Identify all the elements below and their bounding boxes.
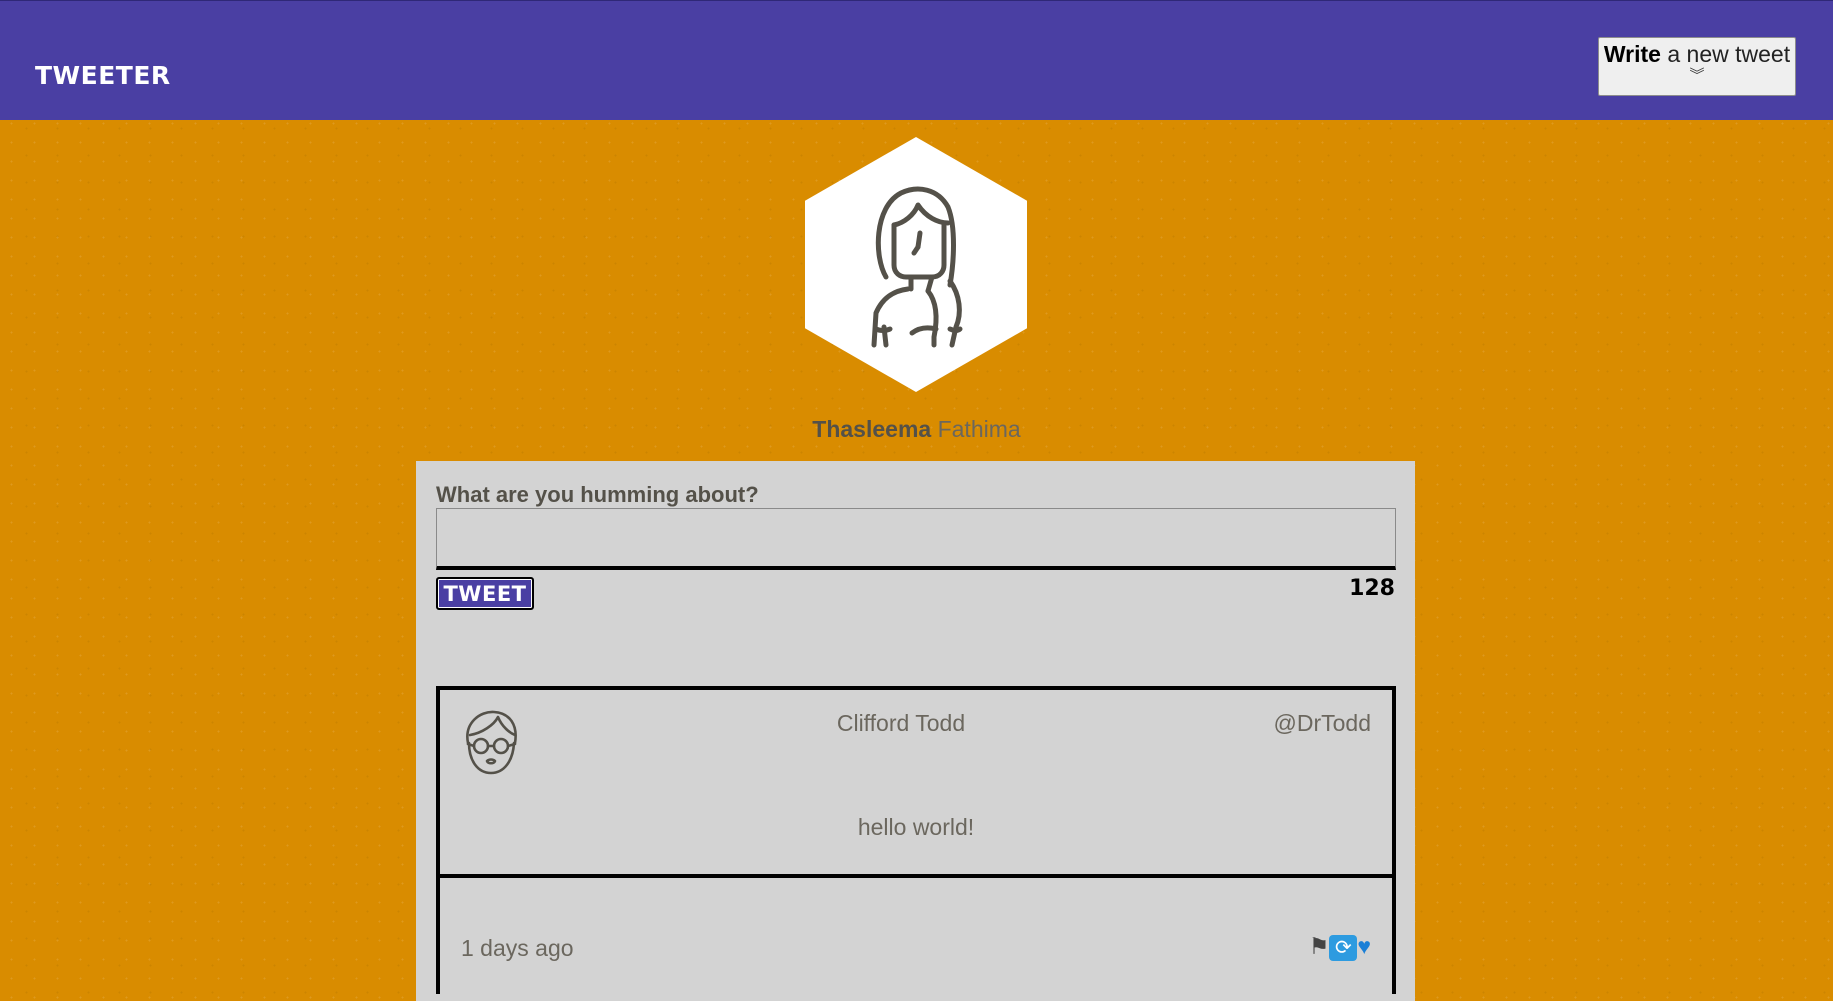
retweet-icon[interactable]: ⟳ xyxy=(1329,934,1358,961)
tweet-textarea[interactable] xyxy=(436,508,1396,570)
write-button-strong: Write xyxy=(1603,41,1661,67)
write-new-tweet-button[interactable]: Write a new tweet ︾ xyxy=(1598,37,1796,96)
tweet-content: hello world! xyxy=(857,814,975,840)
tweet-author-name: Clifford Todd xyxy=(836,710,966,736)
compose-label: What are you humming about? xyxy=(436,482,759,507)
man-glasses-avatar-icon xyxy=(466,710,517,775)
profile-avatar xyxy=(805,137,1027,392)
tweet-actions: ⚑ ⟳ ♥ xyxy=(1285,933,1371,961)
profile-last-name: Fathima xyxy=(937,416,1021,442)
woman-avatar-icon xyxy=(871,186,963,348)
double-chevron-down-icon: ︾ xyxy=(1689,67,1705,84)
char-counter: 128 xyxy=(1349,576,1395,601)
write-button-label: a new tweet xyxy=(1660,41,1791,67)
tweet-timestamp: 1 days ago xyxy=(461,935,574,961)
flag-icon[interactable]: ⚑ xyxy=(1309,933,1330,960)
tweet-submit-button[interactable]: TWEET xyxy=(436,577,534,610)
top-navbar: TWEETER xyxy=(0,0,1833,120)
heart-icon[interactable]: ♥ xyxy=(1357,933,1371,960)
tweet-author-handle: @DrTodd xyxy=(1273,710,1372,736)
profile-name: Thasleema Fathima xyxy=(0,416,1833,443)
tweet-footer xyxy=(436,874,1396,994)
profile-first-name: Thasleema xyxy=(812,416,932,442)
brand-logo[interactable]: TWEETER xyxy=(35,61,171,90)
